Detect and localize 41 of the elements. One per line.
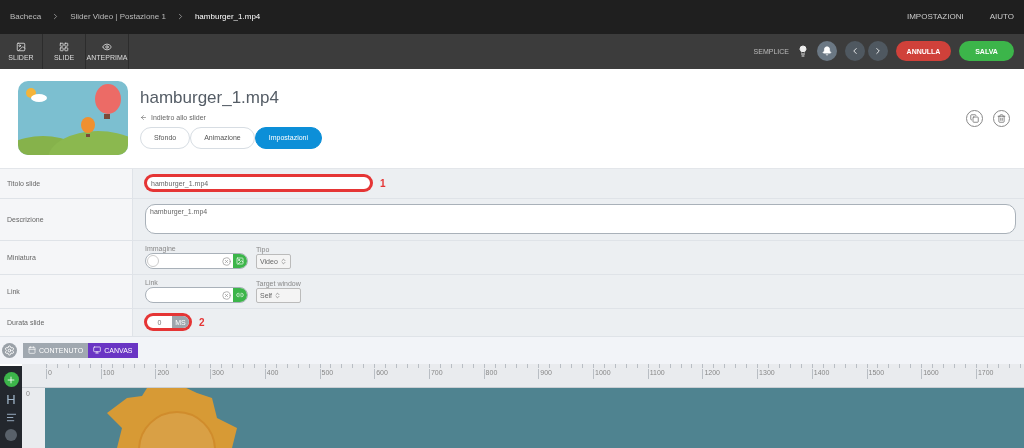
- clear-icon[interactable]: [222, 256, 231, 266]
- annotation-number: 1: [380, 177, 386, 189]
- text-align-icon[interactable]: [5, 412, 17, 423]
- bell-icon: [822, 46, 832, 57]
- copy-icon: [970, 113, 979, 123]
- eye-icon: [102, 41, 112, 52]
- delete-button[interactable]: [993, 109, 1010, 127]
- menu-link[interactable]: IMPOSTAZIONI: [906, 12, 964, 22]
- chevron-right-icon: [873, 46, 883, 57]
- notification-button[interactable]: [817, 41, 837, 62]
- link-icon: [236, 291, 244, 300]
- up-down-icon: [274, 291, 282, 299]
- slide-title: hamburger_1.mp4: [140, 87, 280, 108]
- trash-icon: [997, 113, 1006, 123]
- chevron-left-icon: [850, 46, 860, 57]
- grid-icon: [59, 41, 69, 52]
- calendar-icon: [28, 346, 36, 355]
- plus-icon: [6, 374, 16, 385]
- clear-icon[interactable]: [222, 290, 231, 300]
- breadcrumb-link[interactable]: hamburger_1.mp4: [194, 12, 261, 22]
- arrow-left-icon: [140, 113, 147, 121]
- menu-link[interactable]: AIUTO: [989, 12, 1014, 22]
- link-button[interactable]: [233, 288, 247, 303]
- add-button[interactable]: [3, 372, 19, 387]
- lightbulb-icon[interactable]: [797, 45, 809, 58]
- next-button[interactable]: [868, 41, 888, 62]
- settings-button[interactable]: [2, 342, 17, 358]
- image-button[interactable]: [233, 254, 247, 269]
- monitor-icon: [93, 346, 102, 355]
- gear-icon: [4, 344, 15, 356]
- input-field[interactable]: [145, 287, 248, 304]
- heading-tool[interactable]: H: [6, 393, 16, 406]
- image-icon: [16, 41, 26, 52]
- input-field[interactable]: [145, 253, 248, 270]
- up-down-icon: [279, 257, 287, 265]
- copy-button[interactable]: [966, 109, 983, 127]
- breadcrumb-link[interactable]: Slider Video | Postazione 1: [70, 12, 166, 22]
- breadcrumb-link[interactable]: Bacheca: [10, 12, 42, 22]
- previous-button[interactable]: [845, 41, 865, 62]
- annotation-number: 2: [199, 316, 205, 328]
- image-icon: [236, 257, 244, 266]
